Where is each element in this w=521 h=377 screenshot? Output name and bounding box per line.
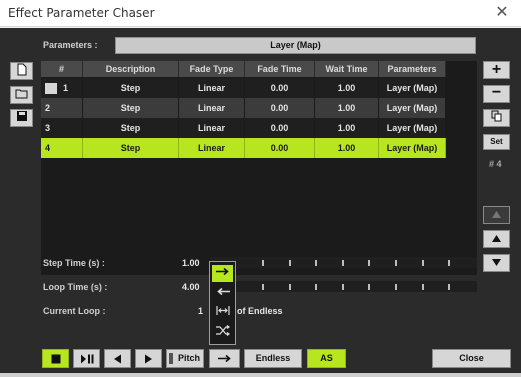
close-window-icon[interactable]: ✕ [491,2,513,24]
row-fade-time: 0.00 [245,78,315,98]
table-header: # Description Fade Type Fade Time Wait T… [41,61,477,77]
step-time-label: Step Time (s) : [43,258,105,268]
close-button[interactable]: Close [432,349,511,368]
table-row[interactable]: 3 Step Linear 0.00 1.00 Layer (Map) [41,118,477,138]
row-wait-time: 1.00 [315,118,379,138]
bounce-icon[interactable] [212,305,233,322]
selected-step-indicator: # 4 [489,159,502,169]
row-description: Step [83,118,179,138]
current-loop-label: Current Loop : [43,306,106,316]
move-up-icon[interactable] [483,206,510,224]
step-time-value: 1.00 [182,258,200,268]
previous-icon[interactable] [104,349,131,368]
stop-icon[interactable] [42,349,69,368]
row-description: Step [83,78,179,98]
col-description: Description [83,61,179,77]
random-icon[interactable] [212,325,233,342]
row-fade-time: 0.00 [245,98,315,118]
parameters-label: Parameters : [43,40,98,50]
row-description: Step [83,98,179,118]
row-number: 4 [41,138,83,158]
next-icon[interactable] [135,349,162,368]
row-description: Step [83,138,179,158]
move-up-icon[interactable] [483,230,510,248]
direction-forward-button[interactable] [209,349,240,368]
current-loop-value: 1 [198,306,204,316]
loop-time-slider[interactable] [210,281,477,292]
row-wait-time: 1.00 [315,98,379,118]
row-fade-time: 0.00 [245,138,315,158]
table-row[interactable]: 2 Step Linear 0.00 1.00 Layer (Map) [41,98,477,118]
save-disk-icon[interactable] [10,109,33,127]
backward-arrow-icon[interactable] [212,285,233,302]
pitch-grip-icon [169,353,173,364]
row-fade-time: 0.00 [245,118,315,138]
row-number: 1 [63,83,69,93]
col-parameters: Parameters [379,61,446,77]
minus-icon[interactable]: − [483,85,510,103]
open-folder-icon[interactable] [10,86,33,104]
row-fade-type: Linear [179,98,245,118]
set-button[interactable]: Set [483,134,510,150]
window-title: Effect Parameter Chaser [8,6,155,20]
row-parameters: Layer (Map) [379,98,446,118]
as-button[interactable]: AS [307,349,346,368]
table-row[interactable]: 1 Step Linear 0.00 1.00 Layer (Map) [41,78,477,98]
row-parameters: Layer (Map) [379,118,446,138]
steps-table: # Description Fade Type Fade Time Wait T… [41,61,477,275]
row-fade-type: Linear [179,138,245,158]
row-number: 2 [41,98,83,118]
row-wait-time: 1.00 [315,138,379,158]
row-parameters: Layer (Map) [379,138,446,158]
row-number: 3 [41,118,83,138]
loop-time-label: Loop Time (s) : [43,282,108,292]
row-fade-type: Linear [179,118,245,138]
title-bar: Effect Parameter Chaser ✕ [0,0,521,27]
forward-arrow-icon[interactable] [212,265,233,282]
row-parameters: Layer (Map) [379,78,446,98]
endless-button[interactable]: Endless [244,349,302,368]
plus-icon[interactable]: + [483,61,510,79]
table-row-selected[interactable]: 4 Step Linear 0.00 1.00 Layer (Map) [41,138,477,158]
col-fade-type: Fade Type [179,61,245,77]
row-wait-time: 1.00 [315,78,379,98]
loop-time-value: 4.00 [182,282,200,292]
pitch-button[interactable]: Pitch [166,349,204,368]
parameters-selector[interactable]: Layer (Map) [115,37,476,54]
status-strip [0,373,521,377]
move-down-icon[interactable] [483,254,510,272]
col-number: # [41,61,83,77]
copy-icon[interactable] [483,109,510,127]
current-loop-suffix: of Endless [237,306,283,316]
col-fade-time: Fade Time [245,61,315,77]
direction-menu [209,261,236,345]
chaser-panel: Parameters : Layer (Map) # Description F… [0,28,521,375]
row-fade-type: Linear [179,78,245,98]
row-checkbox[interactable] [45,83,57,95]
new-document-icon[interactable] [10,62,33,80]
col-wait-time: Wait Time [315,61,379,77]
play-pause-icon[interactable] [73,349,100,368]
step-time-slider[interactable] [210,257,477,268]
